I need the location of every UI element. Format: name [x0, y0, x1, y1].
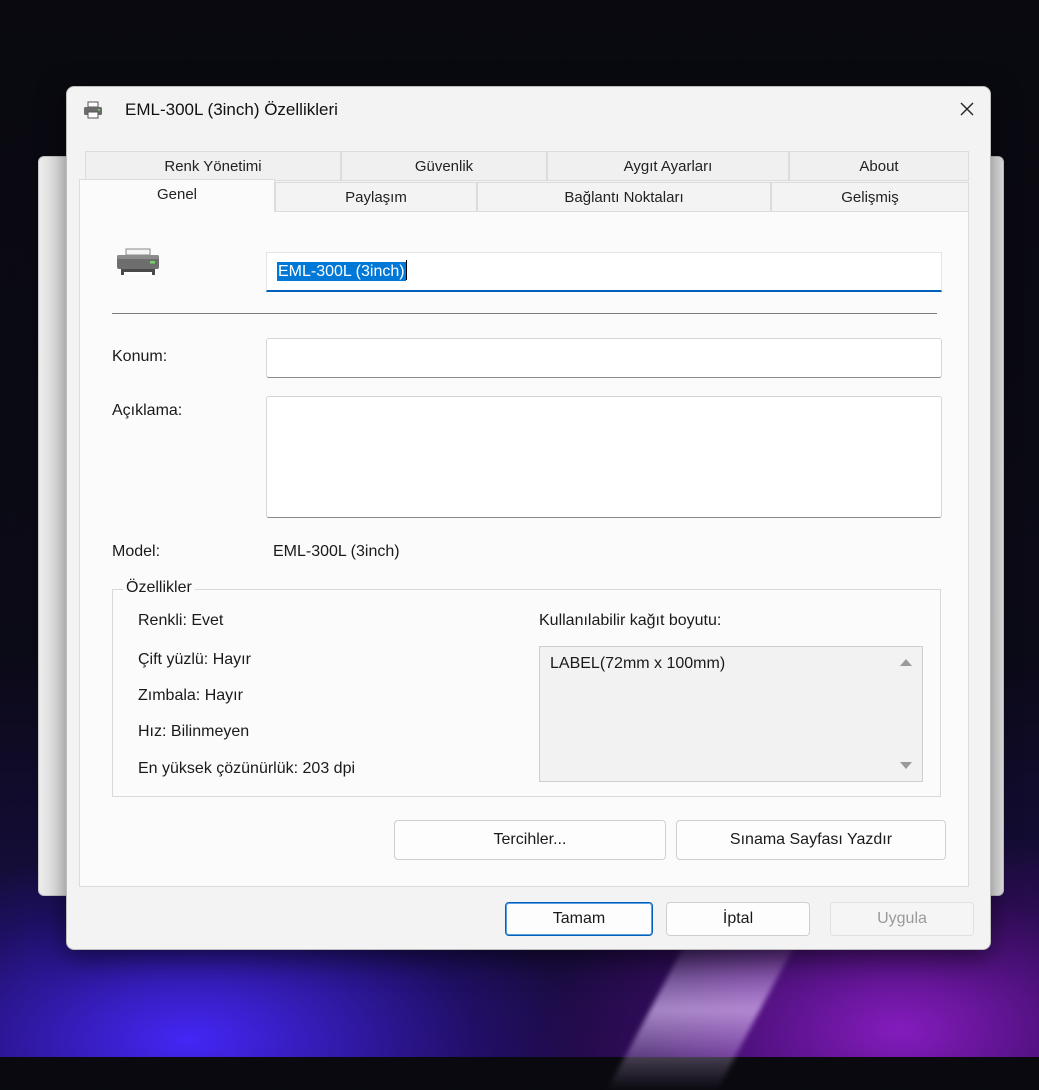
print-test-page-button[interactable]: Sınama Sayfası Yazdır [676, 820, 946, 860]
printer-properties-dialog: EML-300L (3inch) Özellikleri Renk Yöneti… [66, 86, 991, 950]
printer-name-text: EML-300L (3inch) [277, 262, 406, 281]
text-caret [405, 260, 407, 280]
feature-speed: Hız: Bilinmeyen [138, 723, 250, 740]
feature-staple: Zımbala: Hayır [138, 687, 243, 704]
tab-about[interactable]: About [789, 151, 969, 181]
paper-size-label: Kullanılabilir kağıt boyutu: [539, 612, 722, 629]
tab-panel-general: EML-300L (3inch) Konum: Açıklama: Model:… [79, 211, 969, 887]
comment-textarea[interactable] [266, 396, 942, 518]
tab-ports[interactable]: Bağlantı Noktaları [477, 182, 771, 212]
close-button[interactable] [944, 87, 990, 131]
comment-label: Açıklama: [112, 402, 183, 419]
scroll-up-arrow-icon[interactable] [900, 659, 912, 666]
location-input[interactable] [266, 338, 942, 378]
tab-security[interactable]: Güvenlik [341, 151, 547, 181]
close-icon [960, 102, 974, 116]
title-bar[interactable]: EML-300L (3inch) Özellikleri [67, 87, 990, 131]
ok-button[interactable]: Tamam [505, 902, 653, 936]
printer-name-input[interactable]: EML-300L (3inch) [266, 252, 942, 292]
feature-max-resolution: En yüksek çözünürlük: 203 dpi [138, 760, 356, 777]
scroll-down-arrow-icon[interactable] [900, 762, 912, 769]
printer-icon [83, 101, 103, 119]
list-item[interactable]: LABEL(72mm x 100mm) [550, 655, 725, 673]
features-groupbox: Özellikler Renkli: Evet Çift yüzlü: Hayı… [112, 579, 941, 797]
model-value: EML-300L (3inch) [273, 543, 400, 560]
paper-size-listbox[interactable]: LABEL(72mm x 100mm) [539, 646, 923, 782]
tab-color-management[interactable]: Renk Yönetimi [85, 151, 341, 181]
wallpaper-light-streak [607, 930, 803, 1090]
feature-duplex: Çift yüzlü: Hayır [138, 651, 251, 668]
preferences-button[interactable]: Tercihler... [394, 820, 666, 860]
features-title: Özellikler [123, 579, 195, 597]
feature-color: Renkli: Evet [138, 612, 224, 629]
apply-button[interactable]: Uygula [830, 902, 974, 936]
cancel-button[interactable]: İptal [666, 902, 810, 936]
tab-advanced[interactable]: Gelişmiş [771, 182, 969, 212]
tab-sharing[interactable]: Paylaşım [275, 182, 477, 212]
dialog-title: EML-300L (3inch) Özellikleri [125, 100, 338, 119]
tab-device-settings[interactable]: Aygıt Ayarları [547, 151, 789, 181]
separator [112, 313, 937, 314]
location-label: Konum: [112, 348, 168, 365]
model-label: Model: [112, 543, 161, 560]
printer-icon [116, 248, 160, 278]
tab-general[interactable]: Genel [79, 179, 275, 212]
